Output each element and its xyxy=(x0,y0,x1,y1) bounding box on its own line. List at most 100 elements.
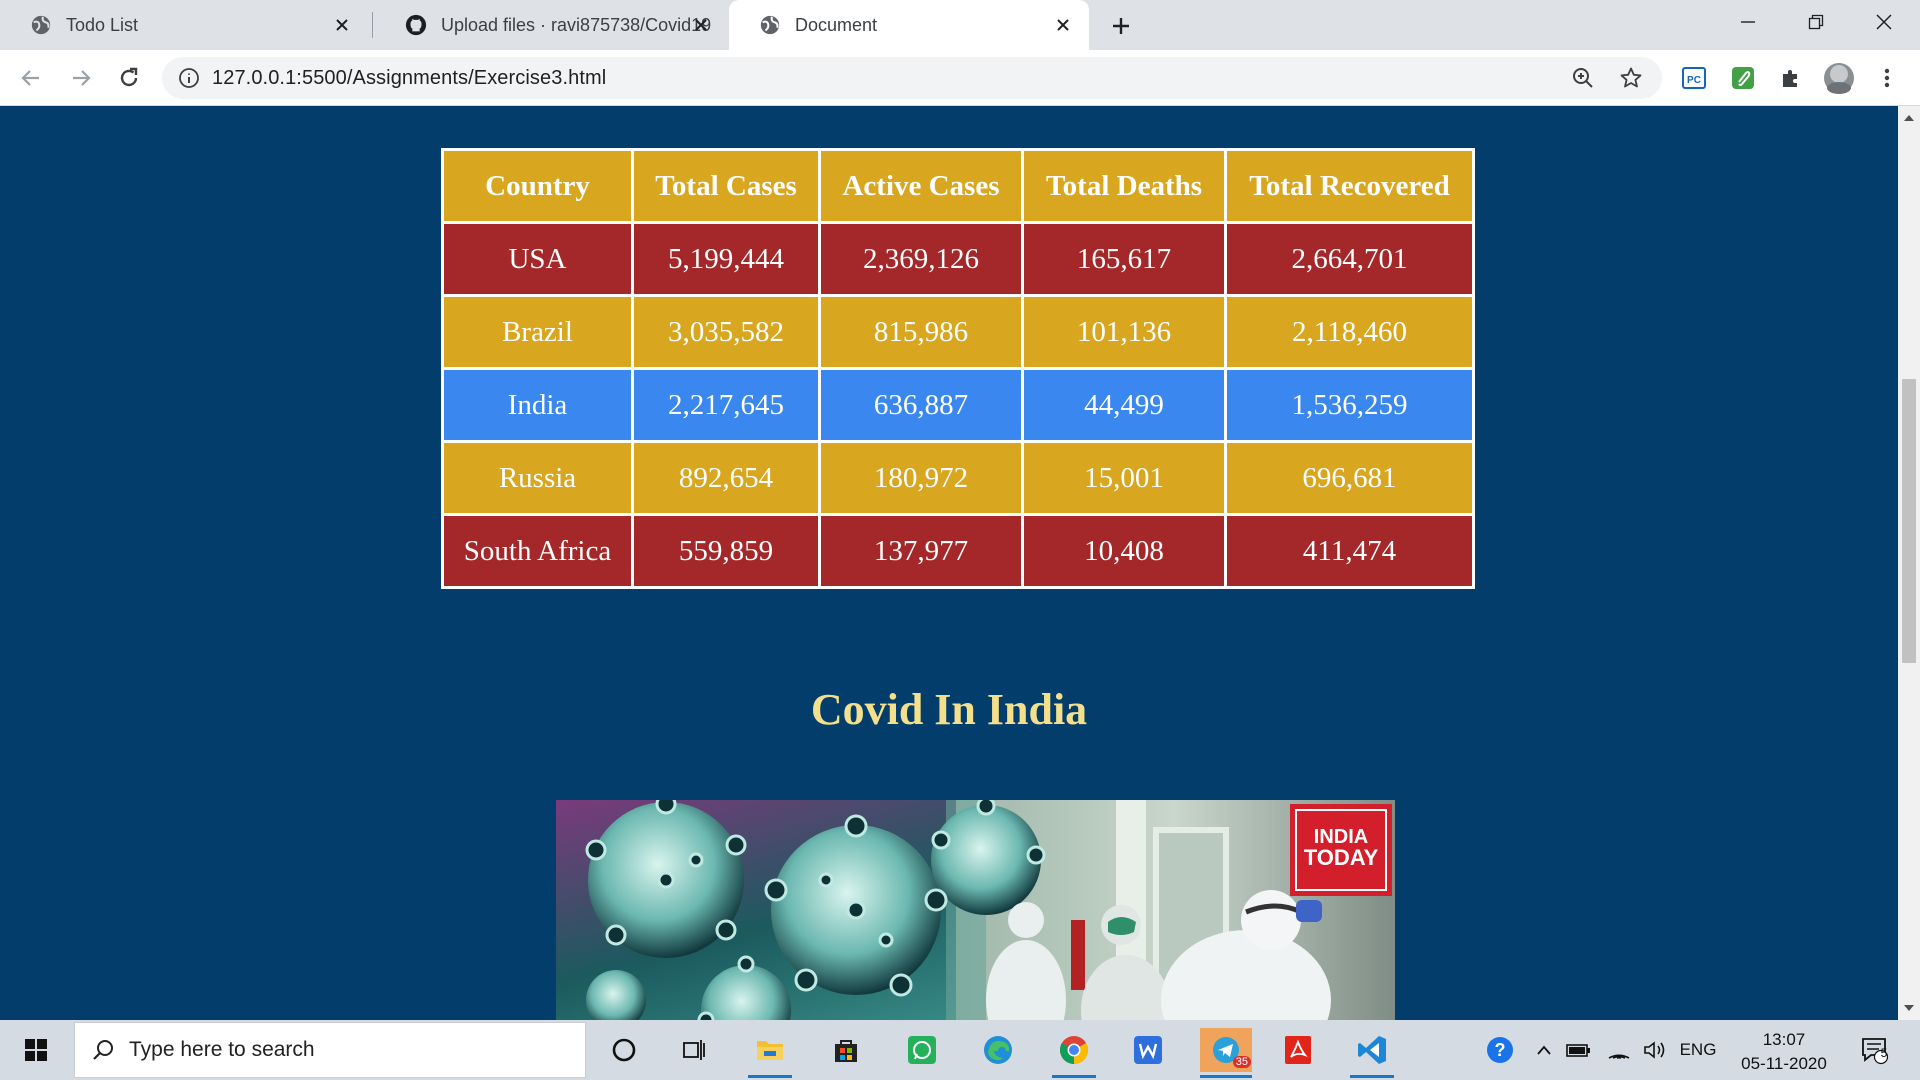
clock-date: 05-11-2020 xyxy=(1741,1054,1827,1073)
tab-label: Upload files · ravi875738/Covid19 xyxy=(441,14,711,35)
store-icon[interactable] xyxy=(824,1028,868,1072)
star-icon[interactable] xyxy=(1618,65,1644,91)
close-icon[interactable] xyxy=(1051,13,1075,37)
header-country: Country xyxy=(444,151,631,221)
clock[interactable]: 13:07 05-11-2020 xyxy=(1724,1028,1844,1076)
close-icon[interactable] xyxy=(330,13,354,37)
virus-illustration: INDIA TODAY xyxy=(556,800,1395,1020)
cell-total-cases: 2,217,645 xyxy=(634,370,818,440)
running-indicator xyxy=(1200,1075,1252,1078)
cell-active-cases: 636,887 xyxy=(821,370,1021,440)
cell-total-recovered: 696,681 xyxy=(1227,443,1472,513)
table-row: South Africa 559,859 137,977 10,408 411,… xyxy=(444,516,1472,586)
tab-upload-files[interactable]: Upload files · ravi875738/Covid19 xyxy=(375,0,727,50)
wifi-icon[interactable] xyxy=(1604,1037,1634,1063)
close-icon[interactable] xyxy=(689,13,713,37)
address-bar[interactable]: 127.0.0.1:5500/Assignments/Exercise3.htm… xyxy=(162,57,1662,99)
cell-active-cases: 2,369,126 xyxy=(821,224,1021,294)
edge-icon[interactable] xyxy=(976,1028,1020,1072)
cell-total-deaths: 10,408 xyxy=(1024,516,1224,586)
new-tab-button[interactable] xyxy=(1106,11,1136,41)
running-indicator xyxy=(748,1075,792,1078)
battery-icon[interactable] xyxy=(1564,1037,1594,1063)
plus-icon xyxy=(1113,18,1129,34)
search-icon xyxy=(93,1040,113,1060)
scroll-down-arrow[interactable] xyxy=(1903,1002,1915,1014)
tab-label: Todo List xyxy=(66,14,139,35)
telegram-icon[interactable]: 35 xyxy=(1200,1028,1252,1078)
close-window-button[interactable] xyxy=(1854,0,1914,44)
minimize-icon xyxy=(1741,21,1755,23)
minimize-button[interactable] xyxy=(1718,0,1778,44)
page-viewport: Country Total Cases Active Cases Total D… xyxy=(0,106,1898,1020)
header-total-recovered: Total Recovered xyxy=(1227,151,1472,221)
taskbar-search-box[interactable]: Type here to search xyxy=(74,1022,586,1078)
forward-button[interactable] xyxy=(62,59,100,97)
vscode-icon[interactable] xyxy=(1350,1028,1394,1078)
acrobat-icon[interactable] xyxy=(1276,1028,1320,1072)
header-active-cases: Active Cases xyxy=(821,151,1021,221)
cell-total-recovered: 2,664,701 xyxy=(1227,224,1472,294)
task-view-icon[interactable] xyxy=(672,1028,716,1072)
cell-country: USA xyxy=(444,224,631,294)
close-icon xyxy=(1876,14,1892,30)
table-row: Brazil 3,035,582 815,986 101,136 2,118,4… xyxy=(444,297,1472,367)
windows-taskbar: Type here to search 35 ? ENG 13:07 05-11… xyxy=(0,1020,1920,1080)
tab-divider xyxy=(372,12,373,38)
cell-total-deaths: 101,136 xyxy=(1024,297,1224,367)
tab-label: Document xyxy=(795,14,878,35)
table-row: USA 5,199,444 2,369,126 165,617 2,664,70… xyxy=(444,224,1472,294)
notification-center-icon[interactable]: 5 xyxy=(1854,1032,1894,1068)
extension-clip-icon[interactable] xyxy=(1724,59,1762,97)
covid-stats-table: Country Total Cases Active Cases Total D… xyxy=(441,148,1475,589)
chevron-up-icon[interactable] xyxy=(1532,1037,1556,1063)
start-button[interactable] xyxy=(14,1028,58,1072)
cell-total-recovered: 411,474 xyxy=(1227,516,1472,586)
tab-document[interactable]: Document xyxy=(729,0,1089,50)
scroll-up-arrow[interactable] xyxy=(1903,112,1915,124)
help-icon[interactable]: ? xyxy=(1484,1037,1516,1063)
cell-total-deaths: 44,499 xyxy=(1024,370,1224,440)
file-explorer-icon[interactable] xyxy=(748,1028,792,1078)
profile-avatar-icon[interactable] xyxy=(1820,59,1858,97)
running-indicator xyxy=(1052,1075,1096,1078)
menu-icon[interactable] xyxy=(1868,59,1906,97)
arrow-left-icon xyxy=(21,70,39,86)
windows-logo-icon xyxy=(25,1039,47,1061)
notification-count: 5 xyxy=(1880,1046,1888,1060)
back-button[interactable] xyxy=(12,59,50,97)
browser-toolbar: 127.0.0.1:5500/Assignments/Exercise3.htm… xyxy=(0,50,1920,106)
cell-active-cases: 137,977 xyxy=(821,516,1021,586)
chrome-icon[interactable] xyxy=(1052,1028,1096,1078)
header-total-deaths: Total Deaths xyxy=(1024,151,1224,221)
svg-text:?: ? xyxy=(1495,1040,1506,1060)
language-indicator[interactable]: ENG xyxy=(1678,1037,1718,1063)
globe-icon xyxy=(31,15,51,35)
cell-total-deaths: 15,001 xyxy=(1024,443,1224,513)
running-indicator xyxy=(1350,1075,1394,1078)
table-row: Russia 892,654 180,972 15,001 696,681 xyxy=(444,443,1472,513)
whatsapp-icon[interactable] xyxy=(900,1028,944,1072)
header-total-cases: Total Cases xyxy=(634,151,818,221)
wps-writer-icon[interactable] xyxy=(1126,1028,1170,1072)
restore-button[interactable] xyxy=(1786,0,1846,44)
cell-country: India xyxy=(444,370,631,440)
logo-text-line2: TODAY xyxy=(1304,845,1379,870)
tab-todo-list[interactable]: Todo List xyxy=(0,0,368,50)
cortana-icon[interactable] xyxy=(602,1028,646,1072)
reload-icon xyxy=(120,67,138,87)
extensions-puzzle-icon[interactable] xyxy=(1772,59,1810,97)
page-scrollbar[interactable] xyxy=(1898,106,1920,1020)
volume-icon[interactable] xyxy=(1640,1037,1670,1063)
reload-button[interactable] xyxy=(110,59,148,97)
cell-country: Russia xyxy=(444,443,631,513)
cell-active-cases: 815,986 xyxy=(821,297,1021,367)
scroll-thumb[interactable] xyxy=(1902,379,1916,663)
info-icon[interactable] xyxy=(178,67,200,89)
url-text[interactable]: 127.0.0.1:5500/Assignments/Exercise3.htm… xyxy=(212,67,606,90)
clock-time: 13:07 xyxy=(1762,1030,1806,1049)
zoom-icon[interactable] xyxy=(1570,65,1596,91)
cell-total-cases: 892,654 xyxy=(634,443,818,513)
extension-pc-icon[interactable]: PC xyxy=(1675,59,1713,97)
table-header-row: Country Total Cases Active Cases Total D… xyxy=(444,151,1472,221)
